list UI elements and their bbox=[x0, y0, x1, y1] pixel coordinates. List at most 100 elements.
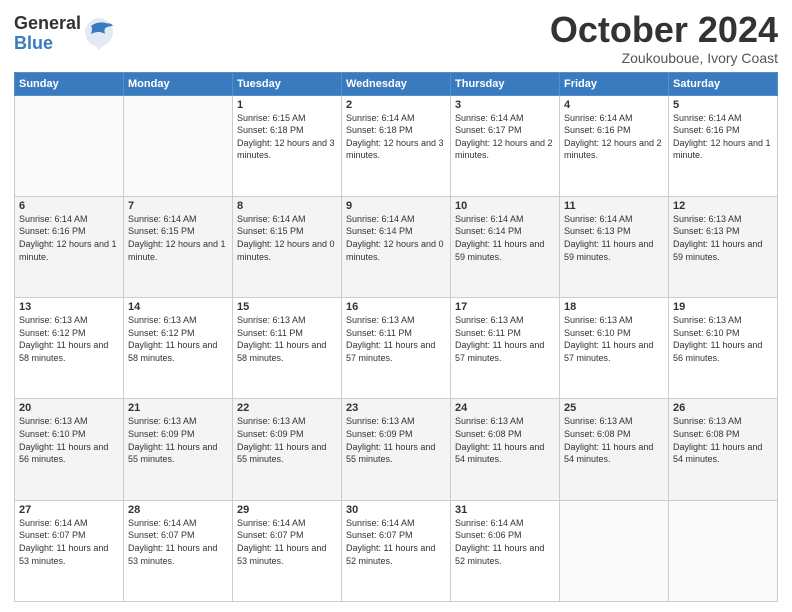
day-info: Sunrise: 6:13 AM Sunset: 6:10 PM Dayligh… bbox=[19, 415, 119, 465]
calendar-week-row: 27Sunrise: 6:14 AM Sunset: 6:07 PM Dayli… bbox=[15, 500, 778, 601]
day-info: Sunrise: 6:13 AM Sunset: 6:08 PM Dayligh… bbox=[455, 415, 555, 465]
calendar-table: SundayMondayTuesdayWednesdayThursdayFrid… bbox=[14, 72, 778, 602]
day-of-week-header: Friday bbox=[560, 72, 669, 95]
calendar-cell bbox=[124, 95, 233, 196]
page: General Blue October 2024 Zoukouboue, Iv… bbox=[0, 0, 792, 612]
calendar-cell: 29Sunrise: 6:14 AM Sunset: 6:07 PM Dayli… bbox=[233, 500, 342, 601]
calendar-cell: 17Sunrise: 6:13 AM Sunset: 6:11 PM Dayli… bbox=[451, 298, 560, 399]
calendar-cell: 9Sunrise: 6:14 AM Sunset: 6:14 PM Daylig… bbox=[342, 196, 451, 297]
day-number: 22 bbox=[237, 402, 337, 414]
month-title: October 2024 bbox=[550, 10, 778, 50]
calendar-cell: 3Sunrise: 6:14 AM Sunset: 6:17 PM Daylig… bbox=[451, 95, 560, 196]
day-info: Sunrise: 6:14 AM Sunset: 6:14 PM Dayligh… bbox=[346, 213, 446, 263]
calendar-cell bbox=[560, 500, 669, 601]
day-number: 1 bbox=[237, 99, 337, 111]
day-info: Sunrise: 6:13 AM Sunset: 6:12 PM Dayligh… bbox=[19, 314, 119, 364]
day-number: 5 bbox=[673, 99, 773, 111]
day-info: Sunrise: 6:13 AM Sunset: 6:10 PM Dayligh… bbox=[673, 314, 773, 364]
day-number: 30 bbox=[346, 504, 446, 516]
day-number: 4 bbox=[564, 99, 664, 111]
logo-bird-icon bbox=[83, 16, 115, 52]
calendar-cell: 16Sunrise: 6:13 AM Sunset: 6:11 PM Dayli… bbox=[342, 298, 451, 399]
day-number: 14 bbox=[128, 301, 228, 313]
day-number: 9 bbox=[346, 200, 446, 212]
day-number: 8 bbox=[237, 200, 337, 212]
calendar-cell: 28Sunrise: 6:14 AM Sunset: 6:07 PM Dayli… bbox=[124, 500, 233, 601]
calendar-week-row: 20Sunrise: 6:13 AM Sunset: 6:10 PM Dayli… bbox=[15, 399, 778, 500]
calendar-cell: 30Sunrise: 6:14 AM Sunset: 6:07 PM Dayli… bbox=[342, 500, 451, 601]
header: General Blue October 2024 Zoukouboue, Iv… bbox=[14, 10, 778, 66]
day-info: Sunrise: 6:14 AM Sunset: 6:13 PM Dayligh… bbox=[564, 213, 664, 263]
calendar-cell: 5Sunrise: 6:14 AM Sunset: 6:16 PM Daylig… bbox=[669, 95, 778, 196]
day-of-week-header: Tuesday bbox=[233, 72, 342, 95]
calendar-cell: 10Sunrise: 6:14 AM Sunset: 6:14 PM Dayli… bbox=[451, 196, 560, 297]
calendar-cell: 13Sunrise: 6:13 AM Sunset: 6:12 PM Dayli… bbox=[15, 298, 124, 399]
day-info: Sunrise: 6:15 AM Sunset: 6:18 PM Dayligh… bbox=[237, 112, 337, 162]
day-info: Sunrise: 6:13 AM Sunset: 6:10 PM Dayligh… bbox=[564, 314, 664, 364]
day-number: 28 bbox=[128, 504, 228, 516]
day-number: 15 bbox=[237, 301, 337, 313]
logo-blue: Blue bbox=[14, 34, 81, 54]
day-info: Sunrise: 6:14 AM Sunset: 6:18 PM Dayligh… bbox=[346, 112, 446, 162]
day-info: Sunrise: 6:13 AM Sunset: 6:12 PM Dayligh… bbox=[128, 314, 228, 364]
day-info: Sunrise: 6:13 AM Sunset: 6:08 PM Dayligh… bbox=[673, 415, 773, 465]
day-number: 23 bbox=[346, 402, 446, 414]
logo: General Blue bbox=[14, 14, 115, 54]
calendar-cell: 8Sunrise: 6:14 AM Sunset: 6:15 PM Daylig… bbox=[233, 196, 342, 297]
calendar-cell: 4Sunrise: 6:14 AM Sunset: 6:16 PM Daylig… bbox=[560, 95, 669, 196]
day-info: Sunrise: 6:14 AM Sunset: 6:16 PM Dayligh… bbox=[673, 112, 773, 162]
day-info: Sunrise: 6:14 AM Sunset: 6:15 PM Dayligh… bbox=[237, 213, 337, 263]
day-number: 7 bbox=[128, 200, 228, 212]
calendar-cell: 18Sunrise: 6:13 AM Sunset: 6:10 PM Dayli… bbox=[560, 298, 669, 399]
day-number: 20 bbox=[19, 402, 119, 414]
calendar-cell: 2Sunrise: 6:14 AM Sunset: 6:18 PM Daylig… bbox=[342, 95, 451, 196]
calendar-cell: 19Sunrise: 6:13 AM Sunset: 6:10 PM Dayli… bbox=[669, 298, 778, 399]
day-info: Sunrise: 6:14 AM Sunset: 6:07 PM Dayligh… bbox=[19, 517, 119, 567]
day-info: Sunrise: 6:13 AM Sunset: 6:08 PM Dayligh… bbox=[564, 415, 664, 465]
logo-general: General bbox=[14, 14, 81, 34]
day-number: 13 bbox=[19, 301, 119, 313]
day-of-week-header: Thursday bbox=[451, 72, 560, 95]
day-info: Sunrise: 6:13 AM Sunset: 6:09 PM Dayligh… bbox=[237, 415, 337, 465]
day-of-week-header: Monday bbox=[124, 72, 233, 95]
day-info: Sunrise: 6:13 AM Sunset: 6:11 PM Dayligh… bbox=[346, 314, 446, 364]
calendar-cell bbox=[669, 500, 778, 601]
calendar-cell: 1Sunrise: 6:15 AM Sunset: 6:18 PM Daylig… bbox=[233, 95, 342, 196]
day-info: Sunrise: 6:14 AM Sunset: 6:15 PM Dayligh… bbox=[128, 213, 228, 263]
calendar-cell: 27Sunrise: 6:14 AM Sunset: 6:07 PM Dayli… bbox=[15, 500, 124, 601]
day-number: 19 bbox=[673, 301, 773, 313]
calendar-cell: 26Sunrise: 6:13 AM Sunset: 6:08 PM Dayli… bbox=[669, 399, 778, 500]
location: Zoukouboue, Ivory Coast bbox=[550, 50, 778, 66]
calendar-cell: 24Sunrise: 6:13 AM Sunset: 6:08 PM Dayli… bbox=[451, 399, 560, 500]
header-right: October 2024 Zoukouboue, Ivory Coast bbox=[550, 10, 778, 66]
calendar-week-row: 6Sunrise: 6:14 AM Sunset: 6:16 PM Daylig… bbox=[15, 196, 778, 297]
day-info: Sunrise: 6:14 AM Sunset: 6:16 PM Dayligh… bbox=[564, 112, 664, 162]
day-info: Sunrise: 6:14 AM Sunset: 6:07 PM Dayligh… bbox=[237, 517, 337, 567]
calendar-cell: 6Sunrise: 6:14 AM Sunset: 6:16 PM Daylig… bbox=[15, 196, 124, 297]
calendar-cell: 14Sunrise: 6:13 AM Sunset: 6:12 PM Dayli… bbox=[124, 298, 233, 399]
calendar-cell bbox=[15, 95, 124, 196]
day-of-week-header: Saturday bbox=[669, 72, 778, 95]
day-info: Sunrise: 6:14 AM Sunset: 6:14 PM Dayligh… bbox=[455, 213, 555, 263]
day-info: Sunrise: 6:14 AM Sunset: 6:16 PM Dayligh… bbox=[19, 213, 119, 263]
day-info: Sunrise: 6:13 AM Sunset: 6:09 PM Dayligh… bbox=[346, 415, 446, 465]
calendar-cell: 21Sunrise: 6:13 AM Sunset: 6:09 PM Dayli… bbox=[124, 399, 233, 500]
day-number: 25 bbox=[564, 402, 664, 414]
day-number: 16 bbox=[346, 301, 446, 313]
calendar-cell: 25Sunrise: 6:13 AM Sunset: 6:08 PM Dayli… bbox=[560, 399, 669, 500]
day-number: 26 bbox=[673, 402, 773, 414]
day-info: Sunrise: 6:14 AM Sunset: 6:07 PM Dayligh… bbox=[346, 517, 446, 567]
day-number: 21 bbox=[128, 402, 228, 414]
day-number: 12 bbox=[673, 200, 773, 212]
day-number: 17 bbox=[455, 301, 555, 313]
day-number: 18 bbox=[564, 301, 664, 313]
day-number: 3 bbox=[455, 99, 555, 111]
day-number: 29 bbox=[237, 504, 337, 516]
day-info: Sunrise: 6:13 AM Sunset: 6:11 PM Dayligh… bbox=[237, 314, 337, 364]
day-info: Sunrise: 6:13 AM Sunset: 6:13 PM Dayligh… bbox=[673, 213, 773, 263]
calendar-cell: 22Sunrise: 6:13 AM Sunset: 6:09 PM Dayli… bbox=[233, 399, 342, 500]
day-info: Sunrise: 6:14 AM Sunset: 6:17 PM Dayligh… bbox=[455, 112, 555, 162]
calendar-cell: 15Sunrise: 6:13 AM Sunset: 6:11 PM Dayli… bbox=[233, 298, 342, 399]
calendar-cell: 23Sunrise: 6:13 AM Sunset: 6:09 PM Dayli… bbox=[342, 399, 451, 500]
day-number: 24 bbox=[455, 402, 555, 414]
